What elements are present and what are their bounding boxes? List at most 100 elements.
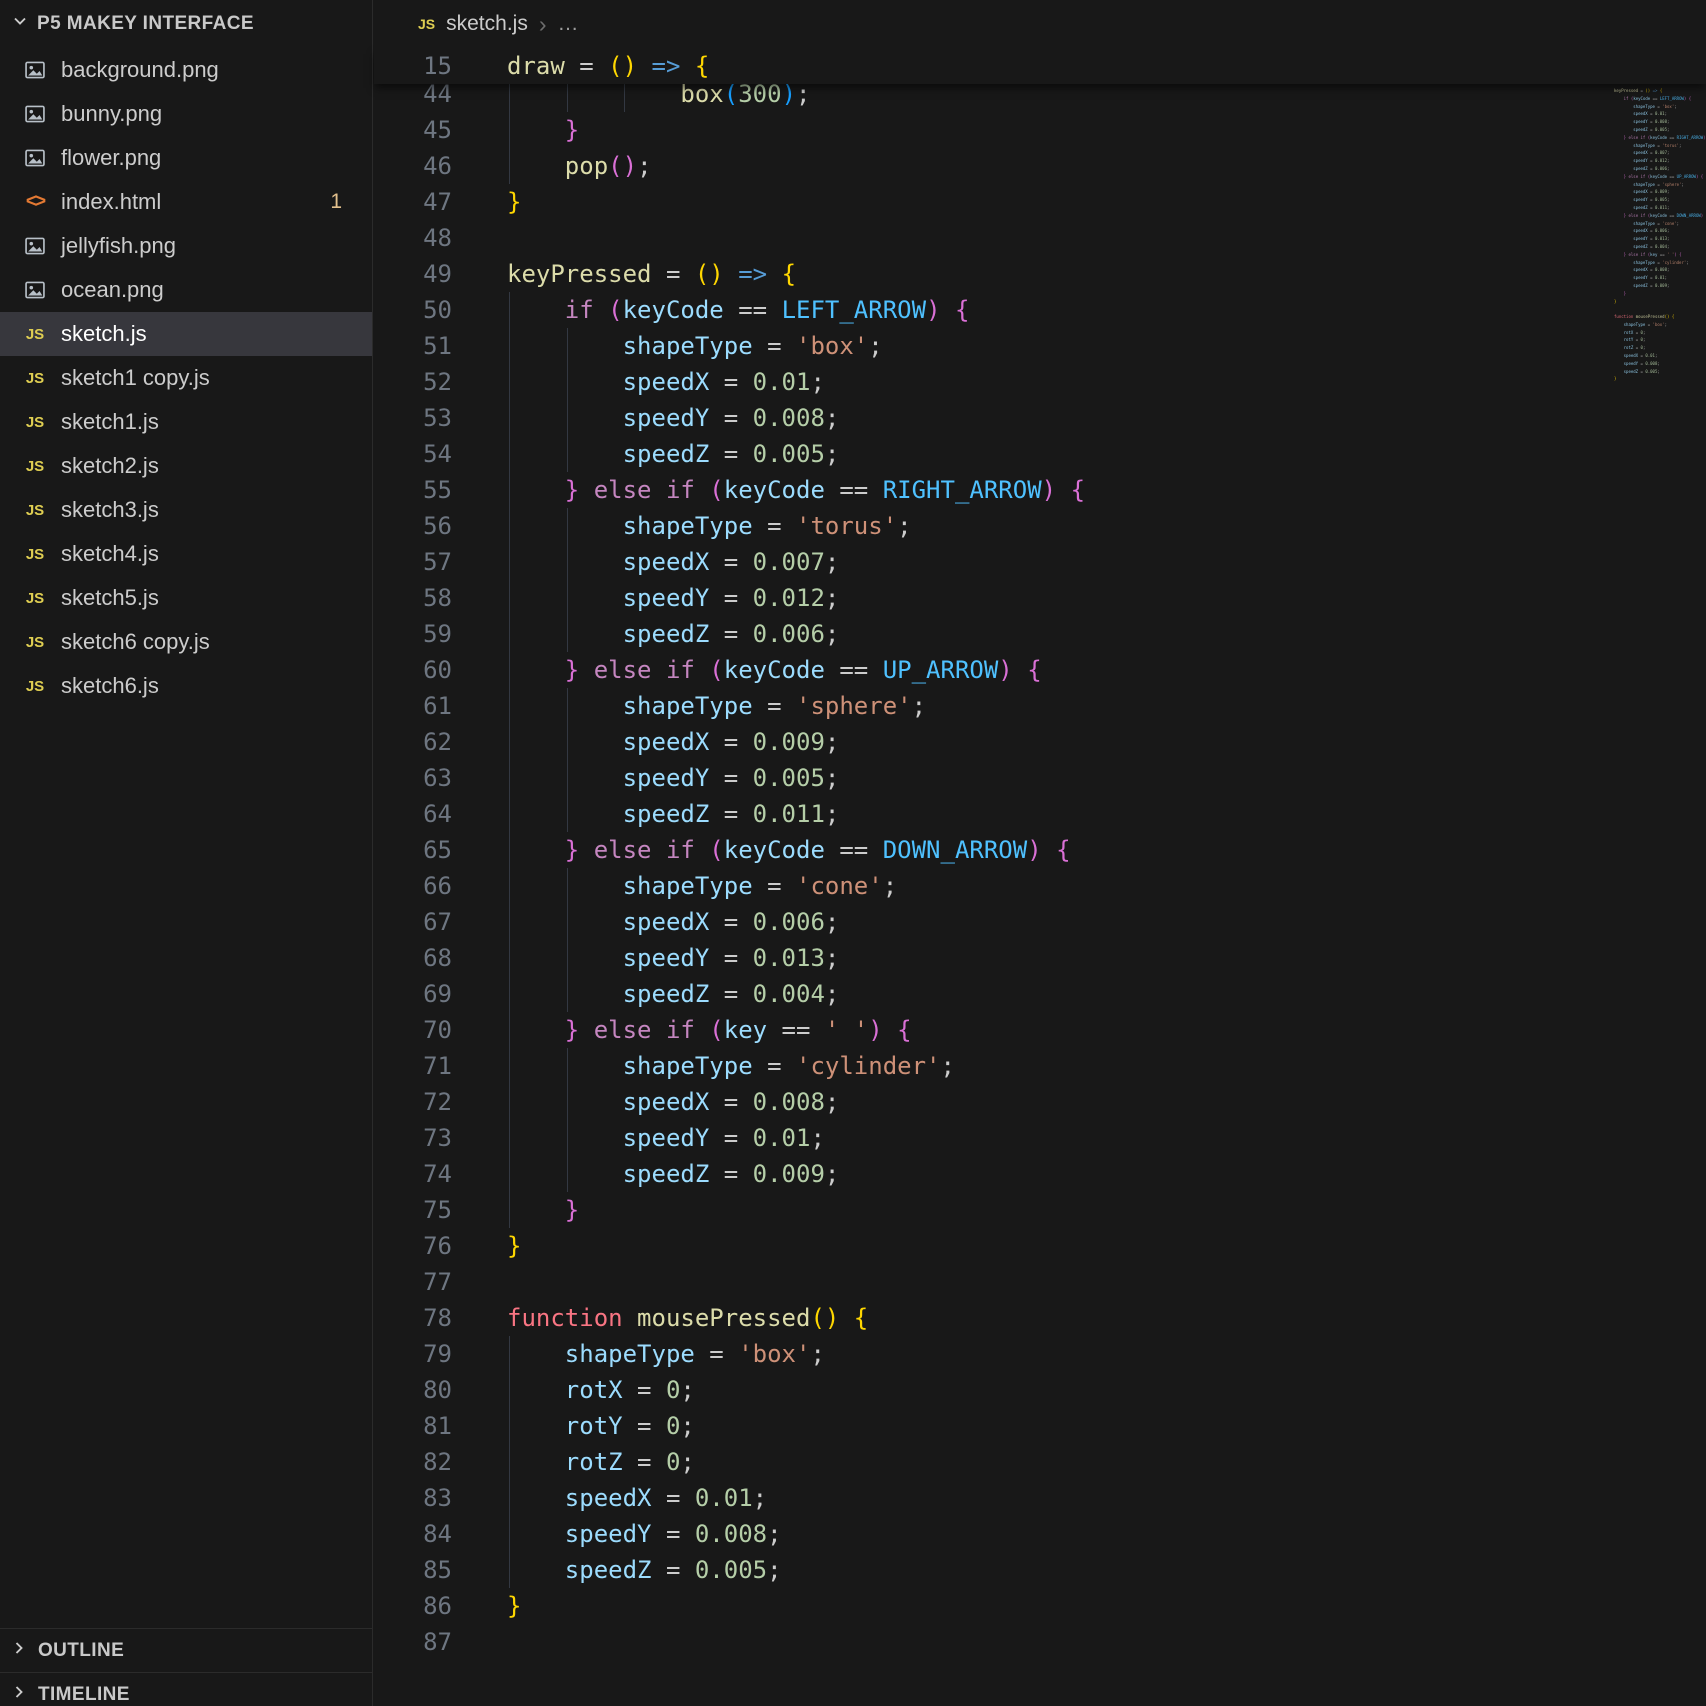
code-line-64[interactable]: 64 speedZ = 0.011; (374, 796, 1706, 832)
code-line-80[interactable]: 80 rotX = 0; (374, 1372, 1706, 1408)
line-number[interactable]: 64 (374, 796, 507, 832)
sidebar-item-sketch6-copy-js[interactable]: JSsketch6 copy.js (0, 620, 372, 664)
line-number[interactable]: 74 (374, 1156, 507, 1192)
sidebar-item-sketch4-js[interactable]: JSsketch4.js (0, 532, 372, 576)
code-line-65[interactable]: 65 } else if (keyCode == DOWN_ARROW) { (374, 832, 1706, 868)
code-text[interactable]: speedZ = 0.005; (507, 1552, 1706, 1588)
code-line-51[interactable]: 51 shapeType = 'box'; (374, 328, 1706, 364)
line-number[interactable]: 56 (374, 508, 507, 544)
sidebar-item-index-html[interactable]: <>index.html1 (0, 180, 372, 224)
line-number[interactable]: 47 (374, 184, 507, 220)
code-text[interactable]: } (507, 184, 1706, 220)
code-text[interactable]: } (507, 1588, 1706, 1624)
sidebar-item-jellyfish-png[interactable]: jellyfish.png (0, 224, 372, 268)
code-text[interactable]: } else if (key == ' ') { (507, 1012, 1706, 1048)
line-number[interactable]: 78 (374, 1300, 507, 1336)
line-number[interactable]: 51 (374, 328, 507, 364)
line-number[interactable]: 61 (374, 688, 507, 724)
line-number[interactable]: 57 (374, 544, 507, 580)
code-line-56[interactable]: 56 shapeType = 'torus'; (374, 508, 1706, 544)
line-number[interactable]: 80 (374, 1372, 507, 1408)
code-line-55[interactable]: 55 } else if (keyCode == RIGHT_ARROW) { (374, 472, 1706, 508)
code-text[interactable] (507, 1624, 1706, 1660)
line-number[interactable]: 53 (374, 400, 507, 436)
code-line-70[interactable]: 70 } else if (key == ' ') { (374, 1012, 1706, 1048)
code-line-86[interactable]: 86} (374, 1588, 1706, 1624)
code-text[interactable]: rotZ = 0; (507, 1444, 1706, 1480)
sidebar-item-background-png[interactable]: background.png (0, 48, 372, 92)
line-number[interactable]: 52 (374, 364, 507, 400)
line-number[interactable]: 75 (374, 1192, 507, 1228)
code-line-46[interactable]: 46 pop(); (374, 148, 1706, 184)
line-number[interactable]: 45 (374, 112, 507, 148)
code-text[interactable]: } else if (keyCode == DOWN_ARROW) { (507, 832, 1706, 868)
line-number[interactable]: 62 (374, 724, 507, 760)
line-number[interactable]: 70 (374, 1012, 507, 1048)
code-text[interactable]: speedX = 0.009; (507, 724, 1706, 760)
line-number[interactable]: 59 (374, 616, 507, 652)
code-line-74[interactable]: 74 speedZ = 0.009; (374, 1156, 1706, 1192)
line-number[interactable]: 46 (374, 148, 507, 184)
sidebar-item-sketch5-js[interactable]: JSsketch5.js (0, 576, 372, 620)
code-text[interactable]: speedX = 0.01; (507, 364, 1706, 400)
code-line-68[interactable]: 68 speedY = 0.013; (374, 940, 1706, 976)
line-number[interactable]: 86 (374, 1588, 507, 1624)
line-number[interactable]: 71 (374, 1048, 507, 1084)
code-text[interactable] (507, 1264, 1706, 1300)
sidebar-item-sketch3-js[interactable]: JSsketch3.js (0, 488, 372, 532)
code-line-73[interactable]: 73 speedY = 0.01; (374, 1120, 1706, 1156)
code-text[interactable]: speedX = 0.006; (507, 904, 1706, 940)
code-text[interactable]: rotY = 0; (507, 1408, 1706, 1444)
code-text[interactable]: } (507, 112, 1706, 148)
code-line-66[interactable]: 66 shapeType = 'cone'; (374, 868, 1706, 904)
code-line-62[interactable]: 62 speedX = 0.009; (374, 724, 1706, 760)
line-number[interactable]: 49 (374, 256, 507, 292)
code-line-59[interactable]: 59 speedZ = 0.006; (374, 616, 1706, 652)
code-text[interactable]: } else if (keyCode == UP_ARROW) { (507, 652, 1706, 688)
line-number[interactable]: 81 (374, 1408, 507, 1444)
code-text[interactable]: speedZ = 0.004; (507, 976, 1706, 1012)
code-line-45[interactable]: 45 } (374, 112, 1706, 148)
code-line-81[interactable]: 81 rotY = 0; (374, 1408, 1706, 1444)
code-line-58[interactable]: 58 speedY = 0.012; (374, 580, 1706, 616)
code-text[interactable]: speedX = 0.007; (507, 544, 1706, 580)
code-line-78[interactable]: 78function mousePressed() { (374, 1300, 1706, 1336)
line-number[interactable]: 84 (374, 1516, 507, 1552)
code-line-53[interactable]: 53 speedY = 0.008; (374, 400, 1706, 436)
sidebar-item-sketch-js[interactable]: JSsketch.js (0, 312, 372, 356)
code-text[interactable]: speedY = 0.008; (507, 1516, 1706, 1552)
code-text[interactable]: speedY = 0.013; (507, 940, 1706, 976)
code-line-47[interactable]: 47} (374, 184, 1706, 220)
code-line-87[interactable]: 87 (374, 1624, 1706, 1660)
code-text[interactable]: shapeType = 'box'; (507, 328, 1706, 364)
line-number[interactable]: 67 (374, 904, 507, 940)
sidebar-item-ocean-png[interactable]: ocean.png (0, 268, 372, 312)
code-text[interactable]: if (keyCode == LEFT_ARROW) { (507, 292, 1706, 328)
code-text[interactable]: pop(); (507, 148, 1706, 184)
line-number[interactable]: 54 (374, 436, 507, 472)
code-line-67[interactable]: 67 speedX = 0.006; (374, 904, 1706, 940)
code-text[interactable]: speedX = 0.01; (507, 1480, 1706, 1516)
sidebar-item-sketch1-js[interactable]: JSsketch1.js (0, 400, 372, 444)
sidebar-item-sketch1-copy-js[interactable]: JSsketch1 copy.js (0, 356, 372, 400)
code-text[interactable] (507, 220, 1706, 256)
code-line-76[interactable]: 76} (374, 1228, 1706, 1264)
code-line-48[interactable]: 48 (374, 220, 1706, 256)
line-number[interactable]: 79 (374, 1336, 507, 1372)
code-text[interactable]: shapeType = 'cone'; (507, 868, 1706, 904)
code-line-57[interactable]: 57 speedX = 0.007; (374, 544, 1706, 580)
code-line-50[interactable]: 50 if (keyCode == LEFT_ARROW) { (374, 292, 1706, 328)
sidebar-item-sketch6-js[interactable]: JSsketch6.js (0, 664, 372, 708)
code-text[interactable]: speedZ = 0.005; (507, 436, 1706, 472)
line-number[interactable]: 55 (374, 472, 507, 508)
code-text[interactable]: shapeType = 'box'; (507, 1336, 1706, 1372)
code-text[interactable]: speedZ = 0.011; (507, 796, 1706, 832)
code-line-85[interactable]: 85 speedZ = 0.005; (374, 1552, 1706, 1588)
line-number[interactable]: 72 (374, 1084, 507, 1120)
line-number[interactable]: 65 (374, 832, 507, 868)
line-number[interactable]: 85 (374, 1552, 507, 1588)
timeline-section-header[interactable]: TIMELINE (0, 1672, 372, 1706)
code-line-63[interactable]: 63 speedY = 0.005; (374, 760, 1706, 796)
code-text[interactable]: shapeType = 'cylinder'; (507, 1048, 1706, 1084)
line-number[interactable]: 68 (374, 940, 507, 976)
